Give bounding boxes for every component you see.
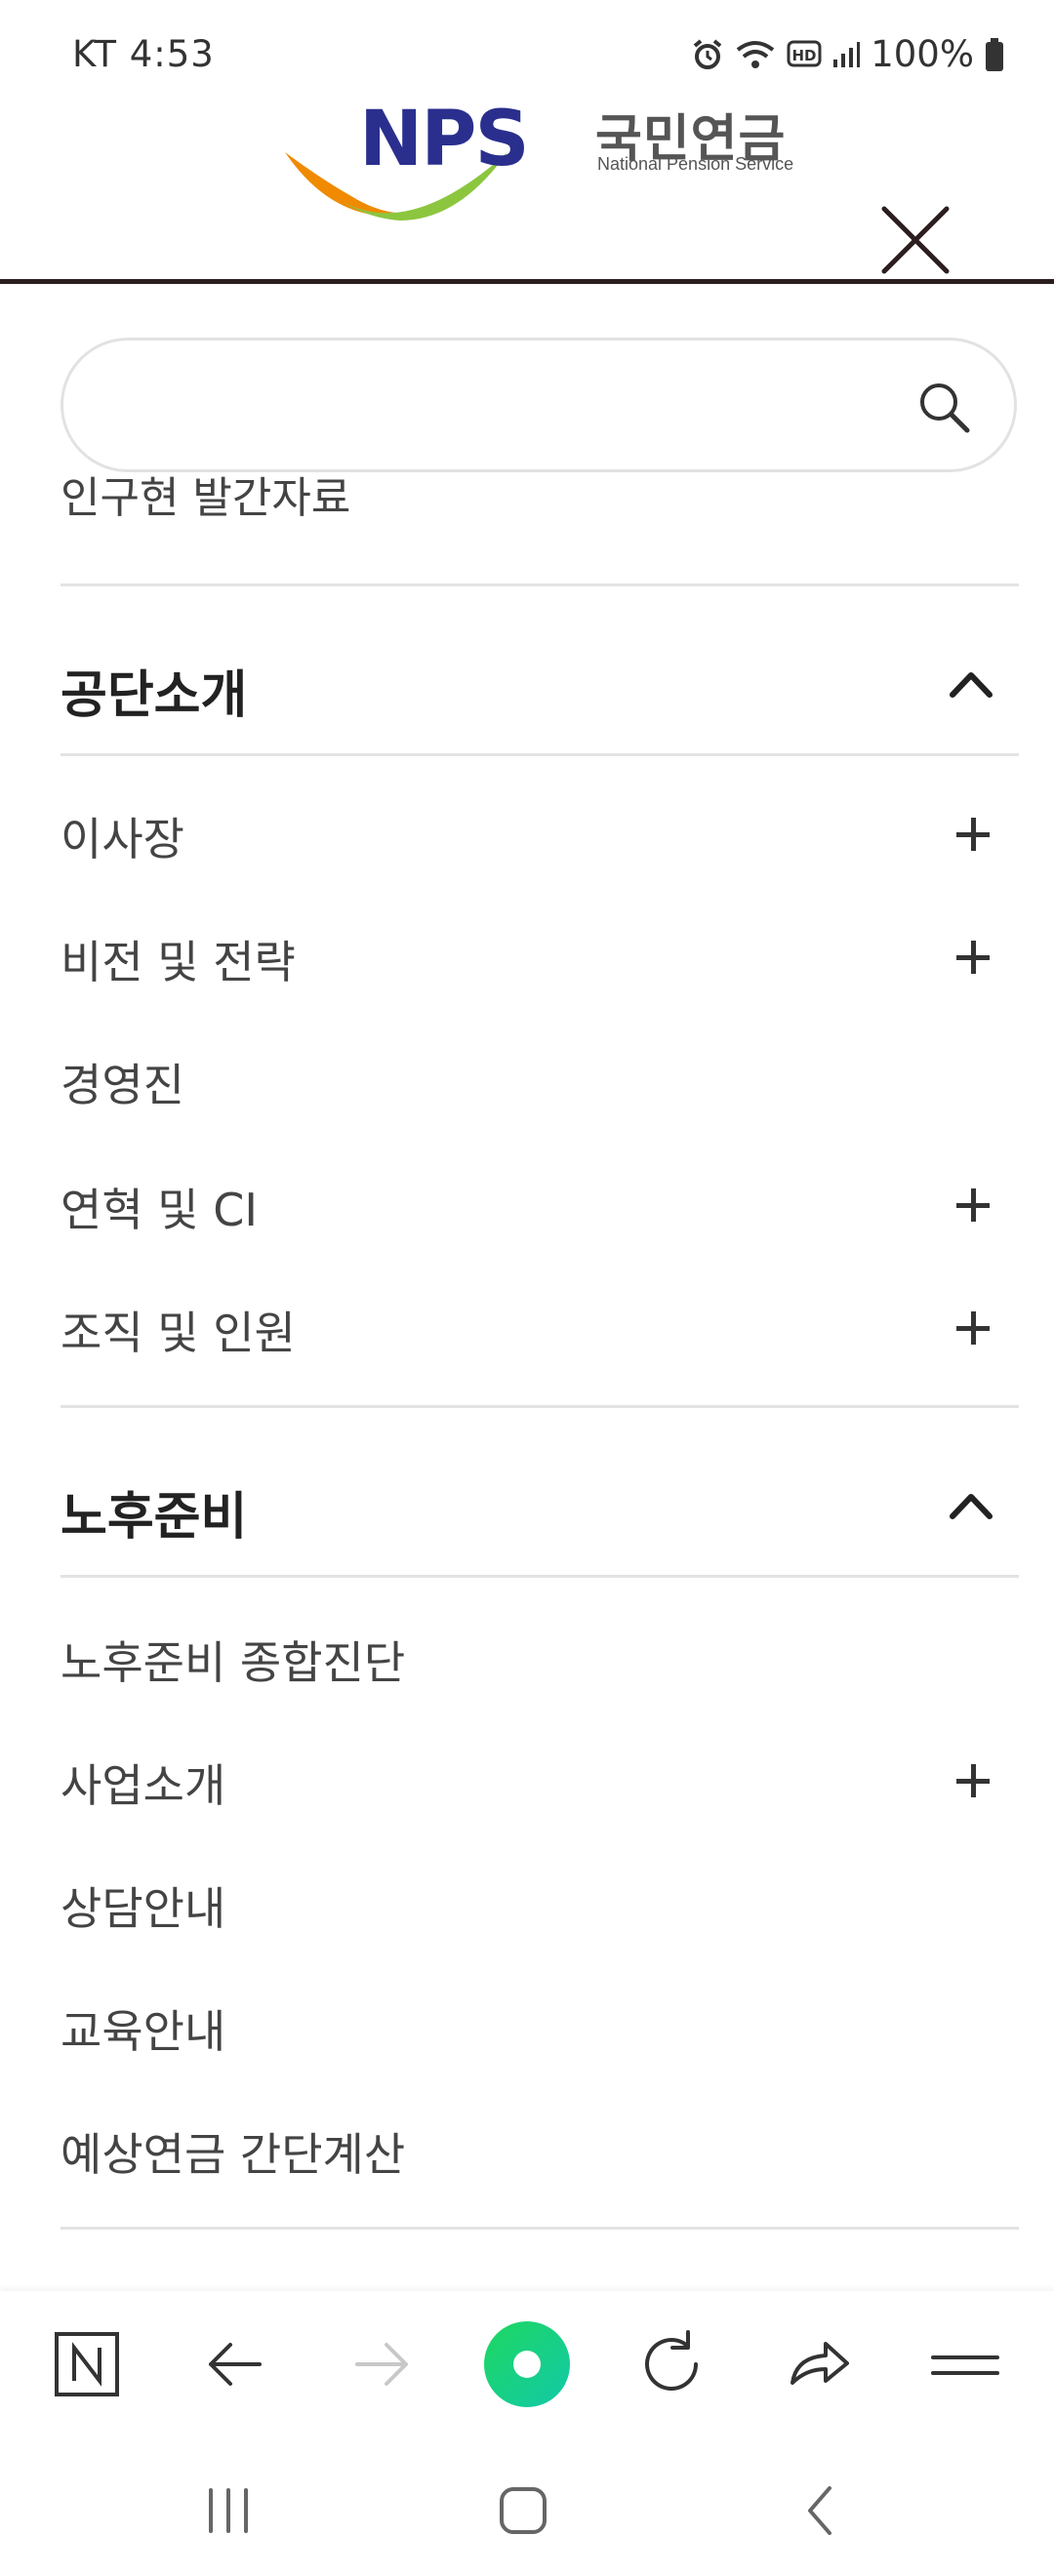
back-arrow-icon [209, 2343, 262, 2386]
search-input[interactable] [102, 370, 907, 442]
logo-letters: NPS [359, 96, 530, 183]
header: NPS 국민연금 National Pension Service [0, 88, 1054, 284]
logo-english: National Pension Service [597, 154, 794, 174]
plus-icon[interactable] [956, 941, 990, 974]
battery-icon [984, 37, 1005, 72]
menu-item-executives[interactable]: 경영진 [61, 1023, 1019, 1130]
menu-item-label: 연혁 및 CI [61, 1184, 258, 1236]
browser-toolbar [0, 2291, 1054, 2437]
menu-item-label: 교육안내 [61, 2005, 226, 2058]
search-icon [920, 383, 970, 433]
menu-item-label: 경영진 [61, 1059, 184, 1111]
divider [61, 584, 1019, 586]
section-title: 노후준비 [61, 1488, 248, 1547]
menu-item-label: 노후준비 종합진단 [61, 1636, 406, 1689]
hd-icon: HD [787, 40, 822, 69]
green-dot-icon [484, 2321, 570, 2407]
back-icon [808, 2486, 831, 2535]
menu-item-chairman[interactable]: 이사장 [61, 777, 1019, 884]
signal-icon [831, 40, 861, 69]
nps-logo[interactable]: NPS 국민연금 National Pension Service [283, 94, 810, 230]
plus-icon[interactable] [956, 1188, 990, 1222]
carrier-time: KT 4:53 [72, 33, 215, 75]
naver-home-icon [55, 2332, 119, 2396]
menu-item-consulting[interactable]: 상담안내 [61, 1846, 1019, 1953]
forward-button[interactable] [338, 2320, 426, 2408]
chevron-up-icon [950, 1494, 993, 1519]
wifi-icon [734, 38, 777, 71]
menu-item-history[interactable]: 연혁 및 CI [61, 1147, 1019, 1255]
home-button[interactable] [484, 2476, 562, 2545]
system-nav-bar [0, 2437, 1054, 2576]
menu-item-label: 이사장 [61, 813, 184, 865]
menu-item-clipped[interactable]: 인구현 발간자료 [61, 476, 1019, 533]
green-dot-button[interactable] [483, 2320, 571, 2408]
search-button[interactable] [916, 380, 971, 434]
menu-item-label: 예상연금 간단계산 [61, 2128, 406, 2181]
menu-item-organization[interactable]: 조직 및 인원 [61, 1270, 1019, 1378]
menu-button[interactable] [921, 2320, 1009, 2408]
section-header-retirement[interactable]: 노후준비 [61, 1458, 1019, 1555]
svg-text:HD: HD [792, 47, 817, 64]
recent-apps-button[interactable] [189, 2476, 267, 2545]
divider [61, 1575, 1019, 1578]
close-icon [881, 206, 950, 274]
menu-item-label: 조직 및 인원 [61, 1307, 296, 1359]
plus-icon[interactable] [956, 1764, 990, 1797]
plus-icon[interactable] [956, 1311, 990, 1345]
menu-item-label: 비전 및 전략 [61, 936, 296, 988]
menu-item-label: 사업소개 [61, 1759, 226, 1812]
refresh-button[interactable] [628, 2320, 715, 2408]
menu-icon [931, 2355, 999, 2375]
plus-icon[interactable] [956, 818, 990, 851]
status-bar: KT 4:53 HD 100% [0, 0, 1054, 98]
share-icon [790, 2342, 849, 2385]
close-button[interactable] [876, 201, 954, 279]
naver-home-button[interactable] [43, 2320, 131, 2408]
menu-item-vision[interactable]: 비전 및 전략 [61, 900, 1019, 1007]
home-icon [500, 2487, 547, 2534]
menu-item-diagnosis[interactable]: 노후준비 종합진단 [61, 1600, 1019, 1708]
back-button[interactable] [191, 2320, 279, 2408]
divider [61, 2227, 1019, 2230]
divider [61, 1405, 1019, 1408]
back-nav-button[interactable] [781, 2476, 859, 2545]
section-title: 공단소개 [61, 666, 248, 725]
menu-item-calculator[interactable]: 예상연금 간단계산 [61, 2092, 1019, 2199]
battery-text: 100% [871, 33, 974, 75]
menu-item-label: 상담안내 [61, 1882, 226, 1935]
section-header-about[interactable]: 공단소개 [61, 636, 1019, 734]
menu-item-label: 인구현 발간자료 [61, 476, 351, 523]
alarm-icon [691, 38, 724, 71]
menu-item-business[interactable]: 사업소개 [61, 1723, 1019, 1831]
search-box[interactable] [61, 338, 1017, 472]
menu-item-education[interactable]: 교육안내 [61, 1969, 1019, 2076]
recent-apps-icon [209, 2488, 248, 2533]
refresh-icon [645, 2330, 698, 2391]
forward-arrow-icon [355, 2343, 408, 2386]
chevron-up-icon [950, 672, 993, 698]
divider [61, 753, 1019, 756]
share-button[interactable] [775, 2320, 863, 2408]
